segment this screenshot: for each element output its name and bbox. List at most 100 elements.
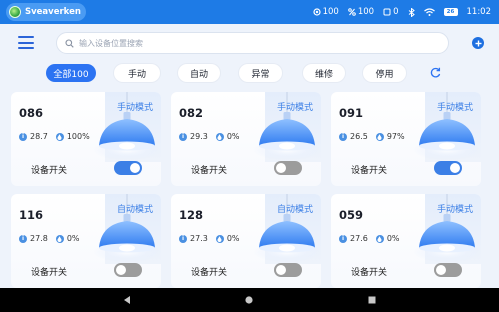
device-stats: i 27.8 0% — [19, 234, 88, 243]
toggle-knob — [130, 163, 140, 173]
device-humidity: 0% — [226, 234, 240, 243]
search-bar[interactable] — [56, 32, 449, 54]
device-power-toggle[interactable] — [114, 263, 142, 277]
tab-auto[interactable]: 自动 — [178, 64, 220, 82]
device-power-toggle[interactable] — [274, 263, 302, 277]
device-mode: 手动模式 — [116, 103, 153, 113]
device-temperature: 28.7 — [30, 132, 48, 141]
device-stats: i 29.3 0% — [179, 132, 248, 141]
device-power-toggle[interactable] — [274, 161, 302, 175]
device-stats: i 26.5 97% — [339, 132, 413, 141]
droplet-icon — [375, 234, 384, 243]
toggle-knob — [116, 265, 126, 275]
tab-abnormal[interactable]: 异常 — [239, 64, 282, 82]
info-icon: i — [179, 234, 187, 243]
home-icon[interactable] — [243, 294, 255, 306]
status-item-1: 100 — [313, 7, 339, 17]
device-stats: i 28.7 100% — [19, 132, 98, 141]
device-humidity: 100% — [66, 132, 90, 141]
device-card[interactable]: 手动模式 086 i 28.7 100% 设备开关 — [11, 92, 161, 186]
device-power-toggle[interactable] — [434, 161, 462, 175]
device-mode: 手动模式 — [276, 103, 313, 113]
droplet-icon — [215, 234, 224, 243]
card-icon — [383, 8, 391, 16]
recents-icon[interactable] — [366, 294, 378, 306]
device-mode: 手动模式 — [436, 205, 473, 215]
device-mode: 手动模式 — [436, 103, 473, 113]
refresh-icon[interactable] — [429, 66, 442, 79]
menu-icon[interactable] — [18, 36, 34, 49]
tab-manual[interactable]: 手动 — [114, 64, 160, 82]
device-humidity: 0% — [66, 234, 80, 243]
device-temperature: 29.3 — [190, 132, 208, 141]
toggle-knob — [276, 163, 286, 173]
device-switch-label: 设备开关 — [31, 268, 68, 278]
device-temperature: 27.8 — [30, 234, 48, 243]
device-id: 082 — [179, 106, 204, 120]
device-switch-label: 设备开关 — [351, 268, 388, 278]
plus-icon — [475, 40, 481, 46]
info-icon: i — [179, 132, 187, 141]
device-card[interactable]: 手动模式 059 i 27.6 0% 设备开关 — [331, 194, 481, 288]
tab-repair[interactable]: 维修 — [303, 64, 345, 82]
device-power-toggle[interactable] — [114, 161, 142, 175]
device-temperature: 27.6 — [350, 234, 368, 243]
device-stats: i 27.3 0% — [179, 234, 248, 243]
device-card[interactable]: 手动模式 082 i 29.3 0% 设备开关 — [171, 92, 321, 186]
search-input[interactable] — [79, 38, 409, 48]
device-switch-label: 设备开关 — [191, 166, 228, 176]
device-card[interactable]: 自动模式 128 i 27.3 0% 设备开关 — [171, 194, 321, 288]
battery-icon: 26 — [443, 8, 458, 16]
navigation-bar — [0, 288, 499, 312]
app-name: Sveaverken — [25, 7, 81, 17]
back-icon[interactable] — [121, 294, 133, 306]
device-mode: 自动模式 — [116, 205, 153, 215]
percent-icon — [348, 8, 356, 16]
info-icon: i — [339, 234, 347, 243]
droplet-icon — [55, 234, 64, 243]
status-indicators: 100 100 0 26 11:02 — [313, 0, 491, 24]
wifi-icon — [423, 8, 435, 16]
device-grid: 手动模式 086 i 28.7 100% 设备开关 手动模式 082 i 29.… — [0, 92, 499, 288]
droplet-icon — [375, 132, 384, 141]
filter-tabs: 全部100 手动 自动 异常 维修 停用 — [0, 64, 499, 82]
device-id: 059 — [339, 208, 364, 222]
droplet-icon — [215, 132, 224, 141]
toolbar — [0, 24, 499, 62]
device-card[interactable]: 手动模式 091 i 26.5 97% 设备开关 — [331, 92, 481, 186]
info-icon: i — [339, 132, 347, 141]
tab-disabled[interactable]: 停用 — [363, 64, 406, 82]
device-power-toggle[interactable] — [434, 263, 462, 277]
device-id: 116 — [19, 208, 44, 222]
device-humidity: 97% — [386, 132, 405, 141]
device-id: 128 — [179, 208, 204, 222]
device-humidity: 0% — [226, 132, 240, 141]
status-bar: Sveaverken 100 100 0 26 11:02 — [0, 0, 499, 24]
device-stats: i 27.6 0% — [339, 234, 408, 243]
info-icon: i — [19, 234, 27, 243]
status-item-3: 0 — [383, 7, 399, 17]
toggle-knob — [450, 163, 460, 173]
app-badge[interactable]: Sveaverken — [6, 3, 86, 21]
device-card[interactable]: 自动模式 116 i 27.8 0% 设备开关 — [11, 194, 161, 288]
search-icon — [65, 38, 74, 48]
status-value-3: 0 — [393, 7, 399, 17]
info-icon: i — [19, 132, 27, 141]
app-logo — [9, 6, 21, 18]
tab-all[interactable]: 全部100 — [46, 64, 96, 82]
device-switch-label: 设备开关 — [31, 166, 68, 176]
device-switch-label: 设备开关 — [351, 166, 388, 176]
device-switch-label: 设备开关 — [191, 268, 228, 278]
clock: 11:02 — [466, 7, 492, 17]
device-temperature: 26.5 — [350, 132, 368, 141]
device-id: 086 — [19, 106, 44, 120]
eye-icon — [313, 8, 321, 16]
add-device-button[interactable] — [472, 37, 484, 49]
device-temperature: 27.3 — [190, 234, 208, 243]
droplet-icon — [55, 132, 64, 141]
status-value-2: 100 — [357, 7, 375, 17]
status-value-1: 100 — [322, 7, 339, 17]
device-mode: 自动模式 — [276, 205, 313, 215]
bluetooth-icon — [408, 7, 415, 17]
toggle-knob — [436, 265, 446, 275]
